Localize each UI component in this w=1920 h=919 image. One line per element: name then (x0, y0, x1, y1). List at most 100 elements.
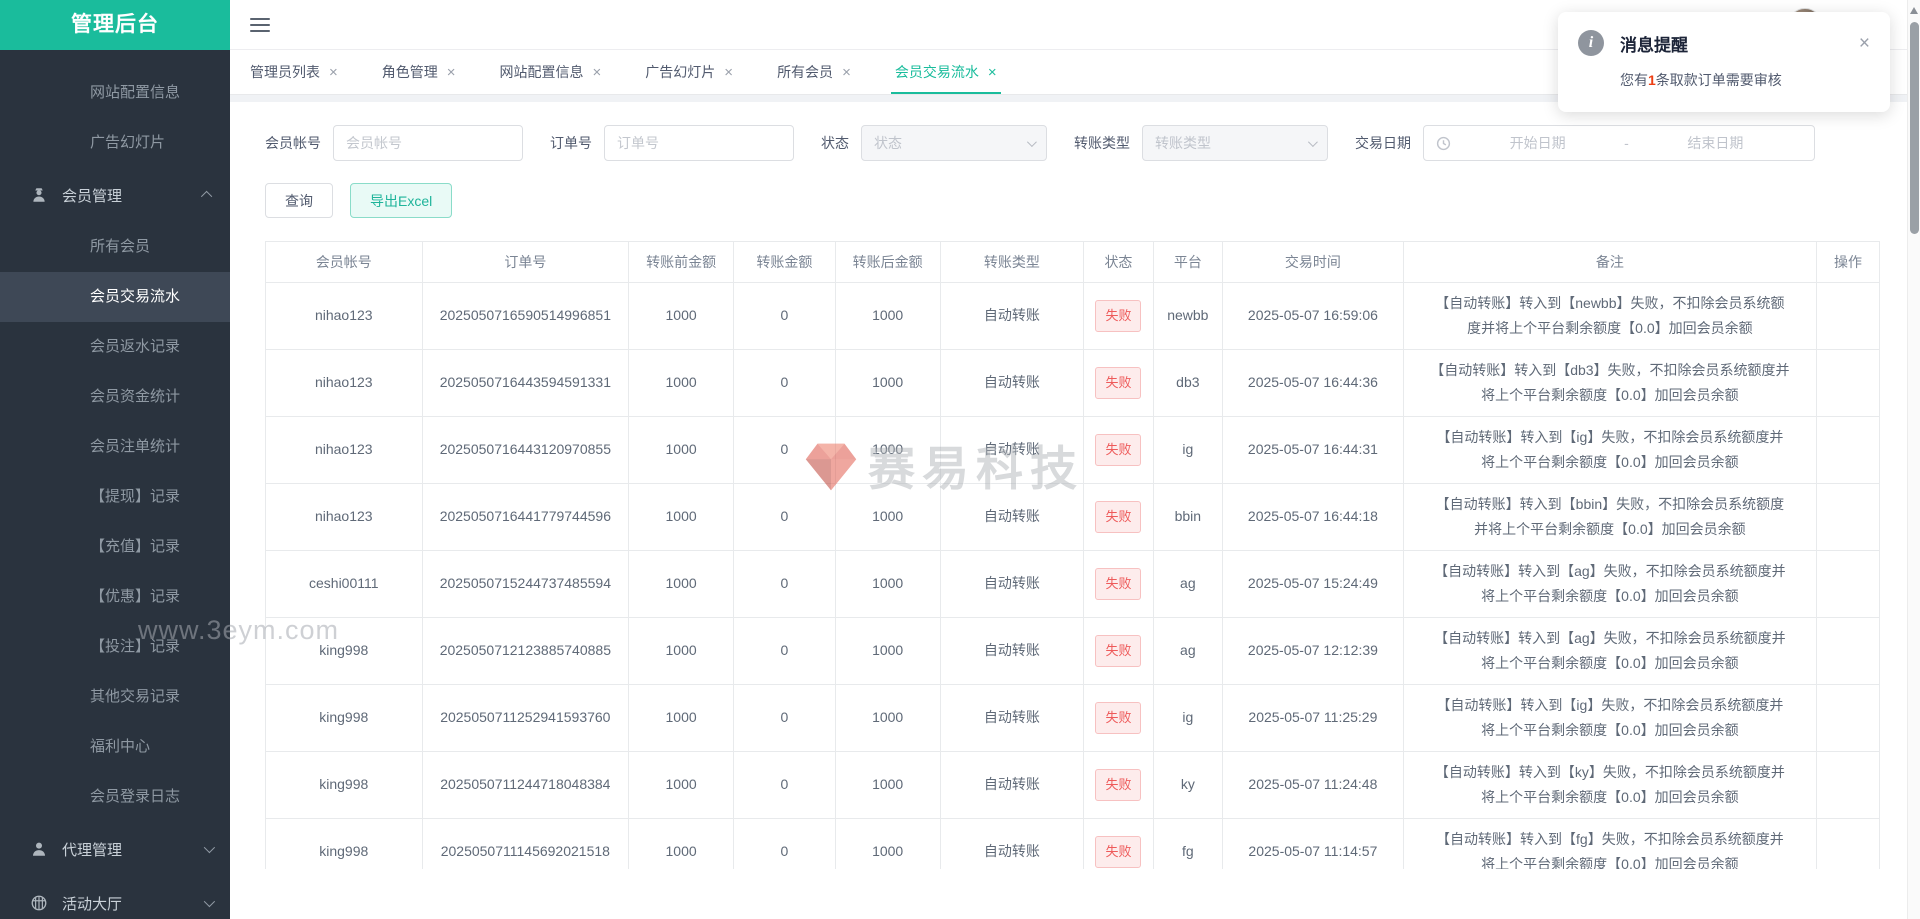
close-icon[interactable]: × (724, 64, 733, 81)
transfer-type-select[interactable]: 转账类型 (1142, 125, 1328, 161)
cell-account: king998 (266, 685, 423, 752)
notification-message: 您有1条取款订单需要审核 (1620, 70, 1870, 90)
order-input[interactable] (604, 125, 794, 161)
column-header: 交易时间 (1223, 242, 1404, 283)
sidebar-item-11[interactable]: 【投注】记录 (0, 622, 230, 672)
sidebar-section-16[interactable]: 活动大厅 (0, 876, 230, 919)
cell-type: 自动转账 (940, 685, 1084, 752)
column-header: 操作 (1816, 242, 1879, 283)
cell-account: ceshi00111 (266, 551, 423, 618)
cell-account: king998 (266, 618, 423, 685)
cell-type: 自动转账 (940, 819, 1084, 870)
sidebar-item-0[interactable]: 网站配置信息 (0, 68, 230, 118)
close-icon[interactable]: × (1859, 34, 1870, 53)
cell-type: 自动转账 (940, 618, 1084, 685)
menu-toggle-icon[interactable] (250, 14, 270, 36)
tab-0[interactable]: 管理员列表 × (250, 50, 338, 94)
cell-amount: 0 (734, 417, 836, 484)
status-badge: 失败 (1095, 367, 1141, 398)
cell-account: nihao123 (266, 417, 423, 484)
cell-remark: 【自动转账】转入到【ky】失败，不扣除会员系统额度并将上个平台剩余额度【0.0】… (1403, 752, 1816, 819)
cell-platform: ky (1153, 752, 1222, 819)
cell-before_amount: 1000 (629, 618, 734, 685)
cell-after_amount: 1000 (835, 685, 940, 752)
sidebar-item-6[interactable]: 会员资金统计 (0, 372, 230, 422)
cell-before_amount: 1000 (629, 350, 734, 417)
sidebar-item-12[interactable]: 其他交易记录 (0, 672, 230, 722)
cell-status: 失败 (1084, 618, 1153, 685)
sidebar-item-3[interactable]: 所有会员 (0, 222, 230, 272)
notification-header: i 消息提醒 × (1578, 30, 1870, 56)
scroll-up-arrow-icon[interactable] (1910, 7, 1918, 14)
tab-1[interactable]: 角色管理× (382, 50, 456, 94)
cell-before_amount: 1000 (629, 819, 734, 870)
cell-account: nihao123 (266, 283, 423, 350)
close-icon[interactable]: × (447, 64, 456, 81)
tab-label: 网站配置信息 (500, 62, 584, 82)
sidebar-item-10[interactable]: 【优惠】记录 (0, 572, 230, 622)
cell-order: 2025050712123885740885 (422, 618, 629, 685)
cell-time: 2025-05-07 11:25:29 (1223, 685, 1404, 752)
tab-2[interactable]: 网站配置信息 × (500, 50, 602, 94)
account-input[interactable] (333, 125, 523, 161)
cell-action (1816, 350, 1879, 417)
tab-3[interactable]: 广告幻灯片× (645, 50, 733, 94)
cell-type: 自动转账 (940, 484, 1084, 551)
sidebar-item-1[interactable]: 广告幻灯片 (0, 118, 230, 168)
notification-title: 消息提醒 (1620, 31, 1688, 56)
sidebar-section-2[interactable]: 会员管理 (0, 168, 230, 222)
cell-action (1816, 484, 1879, 551)
cell-after_amount: 1000 (835, 484, 940, 551)
status-select[interactable]: 状态 (861, 125, 1047, 161)
cell-remark: 【自动转账】转入到【bbin】失败，不扣除会员系统额度并将上个平台剩余额度【0.… (1403, 484, 1816, 551)
tab-5[interactable]: 会员交易流水 × (895, 50, 997, 94)
notification-popup: i 消息提醒 × 您有1条取款订单需要审核 (1558, 12, 1890, 112)
transfer-type-placeholder: 转账类型 (1155, 133, 1211, 153)
cell-time: 2025-05-07 16:44:36 (1223, 350, 1404, 417)
cell-amount: 0 (734, 484, 836, 551)
status-badge: 失败 (1095, 635, 1141, 666)
sidebar-item-13[interactable]: 福利中心 (0, 722, 230, 772)
cell-status: 失败 (1084, 685, 1153, 752)
column-header: 会员帐号 (266, 242, 423, 283)
cell-account: king998 (266, 819, 423, 870)
column-header: 备注 (1403, 242, 1816, 283)
close-icon[interactable]: × (593, 64, 602, 81)
sidebar-item-7[interactable]: 会员注单统计 (0, 422, 230, 472)
vertical-scrollbar[interactable] (1907, 0, 1920, 919)
filter-bar: 会员帐号 订单号 状态 状态 转账类型 转账类型 (265, 125, 1880, 161)
cell-time: 2025-05-07 11:24:48 (1223, 752, 1404, 819)
sidebar-item-8[interactable]: 【提现】记录 (0, 472, 230, 522)
export-excel-button[interactable]: 导出Excel (350, 183, 452, 218)
chevron-down-icon (204, 896, 215, 907)
sidebar-item-14[interactable]: 会员登录日志 (0, 772, 230, 822)
cell-amount: 0 (734, 350, 836, 417)
sidebar-nav: 网站配置信息广告幻灯片会员管理所有会员会员交易流水会员返水记录会员资金统计会员注… (0, 50, 230, 919)
column-header: 转账类型 (940, 242, 1084, 283)
sidebar-item-4[interactable]: 会员交易流水 (0, 272, 230, 322)
cell-action (1816, 685, 1879, 752)
app-title: 管理后台 (0, 0, 230, 50)
scrollbar-thumb[interactable] (1910, 22, 1919, 234)
sidebar-section-15[interactable]: 代理管理 (0, 822, 230, 876)
query-button[interactable]: 查询 (265, 183, 333, 218)
cell-status: 失败 (1084, 752, 1153, 819)
sidebar-item-9[interactable]: 【充值】记录 (0, 522, 230, 572)
tab-4[interactable]: 所有会员× (777, 50, 851, 94)
tab-label: 会员交易流水 (895, 62, 979, 82)
cell-platform: ag (1153, 551, 1222, 618)
tab-label: 管理员列表 (250, 62, 320, 82)
close-icon[interactable]: × (842, 64, 851, 81)
sidebar-item-5[interactable]: 会员返水记录 (0, 322, 230, 372)
sidebar-section-label: 代理管理 (62, 839, 122, 860)
close-icon[interactable]: × (329, 64, 338, 81)
member-admin-icon (30, 186, 48, 204)
cell-status: 失败 (1084, 417, 1153, 484)
close-icon[interactable]: × (988, 64, 997, 81)
cell-type: 自动转账 (940, 283, 1084, 350)
cell-time: 2025-05-07 16:59:06 (1223, 283, 1404, 350)
status-badge: 失败 (1095, 300, 1141, 331)
cell-time: 2025-05-07 11:14:57 (1223, 819, 1404, 870)
date-range-picker[interactable]: 开始日期 - 结束日期 (1423, 125, 1815, 161)
filter-order: 订单号 (550, 125, 794, 161)
